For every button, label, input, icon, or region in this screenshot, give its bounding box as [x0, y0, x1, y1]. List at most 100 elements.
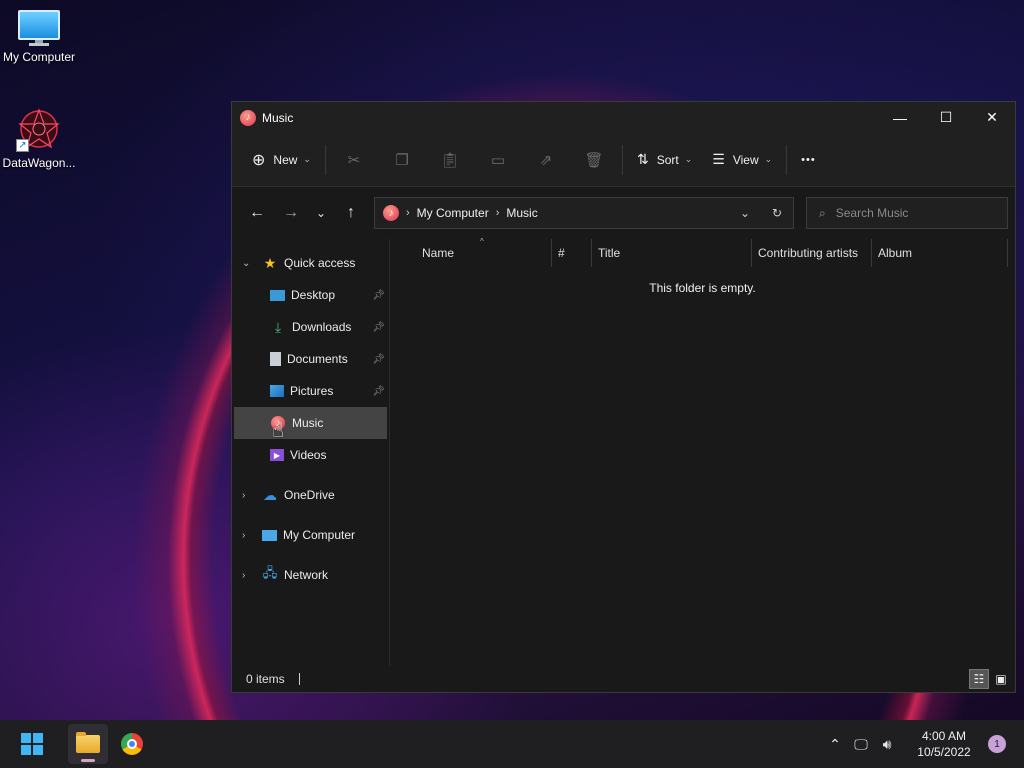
videos-icon: ▶	[270, 449, 284, 461]
command-bar: ⊕ New ⌄ ✂ ❐ 📋︎ ▭ ⇗ 🗑︎ ⇅ Sort ⌄ ☰ View ⌄ …	[232, 133, 1015, 187]
nav-label: Documents	[287, 352, 348, 366]
chrome-icon	[121, 733, 143, 755]
clock-date: 10/5/2022	[917, 745, 971, 759]
explorer-body: ⌄ ★ Quick access Desktop 📌︎ ⤓ Downloads …	[232, 237, 1015, 669]
new-button[interactable]: ⊕ New ⌄	[242, 144, 321, 176]
network-status-icon[interactable]: 🖵︎	[848, 736, 874, 753]
column-title[interactable]: Title	[592, 239, 752, 267]
share-icon[interactable]: ⇗	[522, 144, 570, 176]
nav-item-documents[interactable]: Documents 📌︎	[232, 343, 389, 375]
chevron-right-icon[interactable]: ›	[242, 490, 262, 501]
up-button[interactable]: ↑	[334, 198, 368, 228]
address-dropdown-icon[interactable]: ⌄	[729, 206, 761, 220]
column-header-row: ^ Name # Title Contributing artists Albu…	[390, 237, 1015, 267]
search-icon: ⌕	[819, 205, 826, 220]
window-title: Music	[262, 110, 294, 125]
nav-label: My Computer	[283, 528, 356, 542]
column-number[interactable]: #	[552, 239, 592, 267]
volume-icon[interactable]: 🔊︎	[874, 736, 900, 753]
status-bar: 0 items ☷ ▣	[232, 666, 1015, 692]
search-placeholder: Search Music	[835, 206, 909, 220]
paste-icon[interactable]: 📋︎	[426, 144, 474, 176]
taskbar-chrome[interactable]	[112, 724, 152, 764]
new-label: New	[273, 152, 298, 167]
chevron-right-icon: ›	[495, 207, 500, 219]
document-icon	[270, 352, 281, 366]
sort-icon: ⇅	[636, 151, 649, 167]
pin-icon: 📌︎	[372, 385, 385, 397]
notification-badge[interactable]: 1	[988, 735, 1006, 753]
more-options-button[interactable]: •••	[791, 144, 826, 176]
breadcrumb-my-computer[interactable]: My Computer	[417, 206, 489, 220]
taskbar: ⌃ 🖵︎ 🔊︎ 4:00 AM 10/5/2022 1	[0, 720, 1024, 768]
cut-icon[interactable]: ✂	[330, 144, 378, 176]
title-bar[interactable]: ♪ Music — ☐ ✕	[232, 102, 1015, 133]
chevron-down-icon[interactable]: ⌄	[242, 258, 262, 269]
nav-item-desktop[interactable]: Desktop 📌︎	[232, 279, 389, 311]
file-list[interactable]: ^ Name # Title Contributing artists Albu…	[390, 237, 1015, 669]
view-label: View	[732, 152, 759, 167]
nav-label: Network	[284, 568, 329, 582]
nav-network[interactable]: › 🖧︎ Network	[232, 559, 389, 591]
delete-icon[interactable]: 🗑︎	[570, 144, 618, 176]
large-icons-view-icon[interactable]: ▣	[991, 669, 1011, 689]
nav-my-computer[interactable]: › My Computer	[232, 519, 389, 551]
nav-item-videos[interactable]: ▶ Videos	[232, 439, 389, 471]
sort-button[interactable]: ⇅ Sort ⌄	[627, 144, 702, 176]
breadcrumb-music[interactable]: Music	[506, 206, 537, 220]
chevron-right-icon[interactable]: ›	[242, 570, 262, 581]
chevron-down-icon: ⌄	[764, 154, 773, 164]
forward-button[interactable]: →	[274, 198, 308, 228]
address-row: ← → ⌄ ↑ ♪ › My Computer › Music ⌄ ↻ ⌕ Se…	[232, 187, 1015, 239]
nav-label: Music	[292, 416, 324, 430]
chevron-down-icon: ⌄	[303, 154, 311, 164]
item-count: 0 items	[246, 672, 285, 686]
pin-icon: 📌︎	[372, 321, 385, 333]
pin-icon: 📌︎	[372, 353, 385, 365]
arrow-up-icon: ↑	[347, 204, 355, 221]
nav-item-downloads[interactable]: ⤓ Downloads 📌︎	[232, 311, 389, 343]
rename-icon[interactable]: ▭	[474, 144, 522, 176]
column-name[interactable]: Name	[390, 239, 552, 267]
address-bar[interactable]: ♪ › My Computer › Music ⌄ ↻	[374, 197, 794, 229]
download-icon: ⤓	[274, 318, 282, 335]
search-input[interactable]: ⌕ Search Music	[806, 197, 1008, 229]
nav-label: Downloads	[292, 320, 352, 334]
details-view-icon[interactable]: ☷	[969, 669, 989, 689]
windows-logo-icon	[21, 733, 43, 755]
sort-caret-icon: ^	[480, 237, 484, 246]
maximize-button[interactable]: ☐	[923, 102, 969, 133]
arrow-left-icon: ←	[249, 204, 265, 221]
nav-item-music[interactable]: ♪ Music	[234, 407, 387, 439]
chevron-right-icon[interactable]: ›	[242, 530, 262, 541]
clock-time: 4:00 AM	[921, 729, 967, 743]
column-contributing-artists[interactable]: Contributing artists	[752, 239, 872, 267]
recent-locations-button[interactable]: ⌄	[308, 198, 334, 228]
copy-icon[interactable]: ❐	[378, 144, 426, 176]
taskbar-file-explorer[interactable]	[68, 724, 108, 764]
chevron-down-icon: ⌄	[315, 206, 327, 220]
pin-icon: 📌︎	[372, 289, 385, 301]
chevron-up-icon[interactable]: ⌃	[822, 736, 848, 753]
minimize-button[interactable]: —	[877, 102, 923, 133]
start-button[interactable]	[12, 724, 52, 764]
desktop-icon-my-computer[interactable]: My Computer	[0, 10, 78, 64]
column-album[interactable]: Album	[872, 239, 1008, 267]
close-button[interactable]: ✕	[969, 102, 1015, 133]
folder-icon	[76, 732, 100, 753]
back-button[interactable]: ←	[240, 198, 274, 228]
arrow-right-icon: →	[283, 204, 299, 221]
nav-item-pictures[interactable]: Pictures 📌︎	[232, 375, 389, 407]
desktop-icon-datawagon[interactable]: ↗ DataWagon...	[0, 106, 78, 170]
music-icon: ♪	[240, 109, 256, 126]
nav-label: Pictures	[290, 384, 334, 398]
desktop-icon-label: My Computer	[2, 50, 76, 64]
clock[interactable]: 4:00 AM 10/5/2022	[908, 728, 980, 760]
refresh-icon[interactable]: ↻	[761, 206, 793, 220]
desktop-icon	[270, 289, 285, 301]
nav-quick-access[interactable]: ⌄ ★ Quick access	[232, 247, 389, 279]
nav-onedrive[interactable]: › ☁ OneDrive	[232, 479, 389, 511]
view-button[interactable]: ☰ View ⌄	[702, 144, 782, 176]
file-explorer-window: ♪ Music — ☐ ✕ ⊕ New ⌄ ✂ ❐ 📋︎ ▭ ⇗ 🗑︎ ⇅ So…	[231, 101, 1016, 693]
chevron-right-icon: ›	[406, 207, 410, 219]
